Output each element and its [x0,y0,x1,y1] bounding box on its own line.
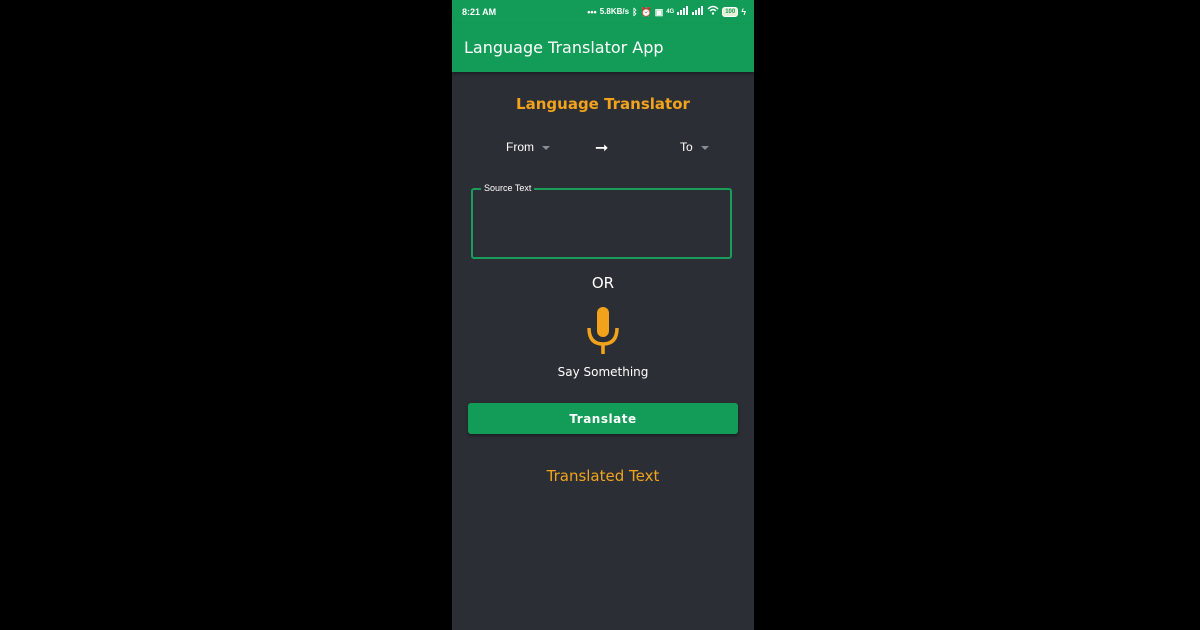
battery-icon: 100 [722,6,739,17]
translated-text: Translated Text [546,467,660,485]
vo-icon: ▣ [654,6,664,17]
language-row: From ➞ To [452,138,754,158]
bluetooth-icon: ᛒ [632,6,638,17]
say-something-label: Say Something [557,365,649,379]
wifi-icon [707,5,719,18]
signal-label: 4G [666,8,675,15]
from-label: From [506,140,534,154]
phone-screen: 8:21 AM ••• 5.8KB/s ᛒ ⏰ ▣ 4G 100 ϟ Langu… [452,0,754,630]
chevron-down-icon [700,145,709,150]
chevron-down-icon [542,145,550,150]
alarm-icon: ⏰ [640,6,652,17]
source-text-label: Source Text [481,183,535,193]
to-label: To [680,140,693,154]
signal-icon [677,5,689,18]
microphone-icon[interactable] [585,306,621,356]
source-text-field[interactable]: Source Text [471,183,732,259]
or-separator: OR [591,274,615,292]
page-heading: Language Translator [516,95,690,113]
signal-icon [692,5,704,18]
source-text-input[interactable] [479,200,728,256]
to-language-dropdown[interactable]: To [680,140,709,154]
app-title: Language Translator App [464,38,664,57]
status-bar: 8:21 AM ••• 5.8KB/s ᛒ ⏰ ▣ 4G 100 ϟ [452,0,754,24]
status-icons: ••• 5.8KB/s ᛒ ⏰ ▣ 4G 100 ϟ [587,5,746,18]
app-bar: Language Translator App [452,24,754,72]
dots-icon: ••• [587,6,597,17]
charging-icon: ϟ [741,6,746,17]
status-time: 8:21 AM [462,7,497,17]
network-speed: 5.8KB/s [599,7,630,16]
translate-button[interactable]: Translate [468,403,738,434]
from-language-dropdown[interactable]: From [506,140,550,154]
arrow-right-icon: ➞ [595,138,609,157]
